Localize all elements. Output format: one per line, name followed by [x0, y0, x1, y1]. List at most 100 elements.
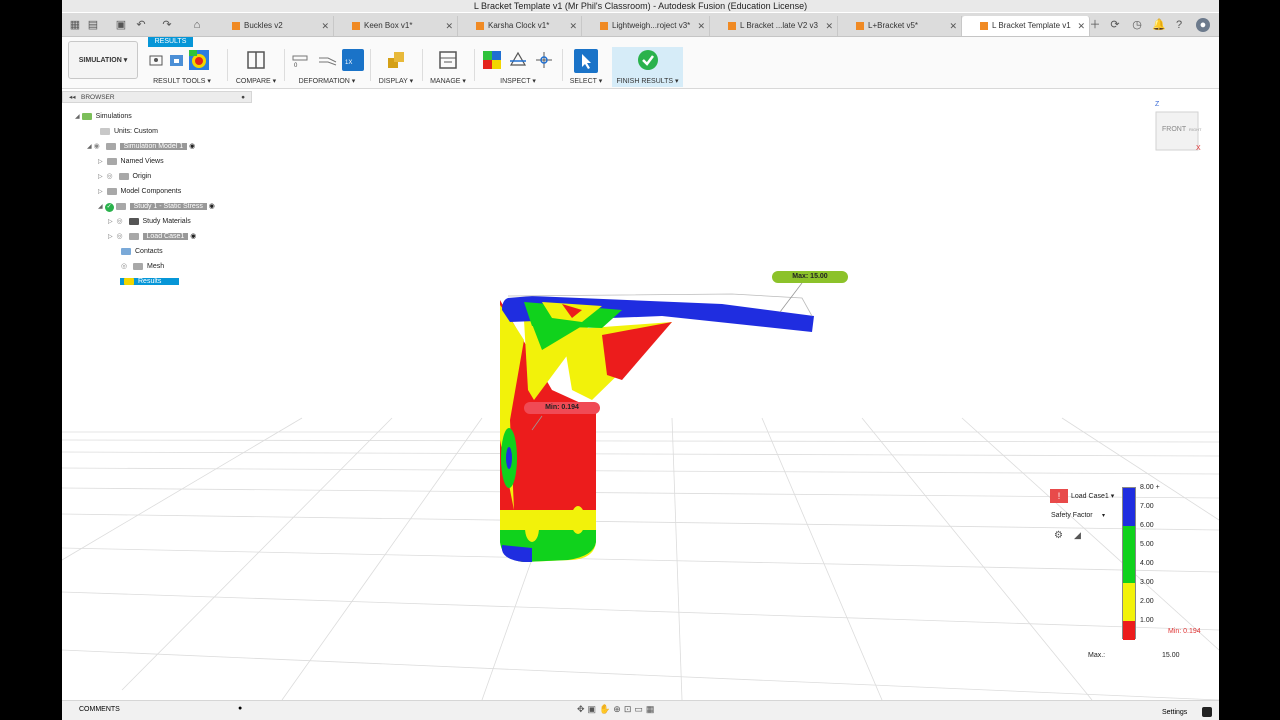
tree-simulations[interactable]: ◢ Simulations — [75, 111, 132, 122]
deformation-scale-icon[interactable] — [292, 53, 308, 63]
tree-study[interactable]: ◢ ✓ Study 1 - Static Stress ◉ — [98, 201, 215, 212]
min-callout[interactable]: Min: 0.194 — [524, 402, 600, 414]
notifications-icon[interactable]: 🔔 — [1152, 18, 1166, 32]
undo-icon[interactable]: ↶ — [134, 18, 148, 32]
deformation-scale-button[interactable]: 1X — [342, 49, 364, 71]
close-tab-icon[interactable]: ✕ — [1077, 16, 1085, 36]
document-tab[interactable]: Keen Box v1* ✕ — [334, 16, 458, 36]
display-settings-icon[interactable]: ▭ — [634, 704, 646, 714]
legend-edit-icon[interactable]: ◢ — [1074, 530, 1081, 541]
visibility-eye-icon[interactable]: ◉ — [94, 141, 104, 152]
tree-load-case[interactable]: ▷ ◎ Load Case1 ◉ — [108, 231, 196, 242]
section-analysis-icon[interactable] — [508, 50, 528, 70]
activate-radio-icon[interactable]: ◉ — [209, 203, 215, 210]
tree-origin[interactable]: ▷ ◎ Origin — [98, 171, 151, 182]
display-group[interactable]: DISPLAY ▾ — [376, 49, 416, 85]
tree-units[interactable]: Units: Custom — [100, 126, 158, 137]
settings-link[interactable]: Settings — [1162, 709, 1187, 716]
avatar[interactable]: ● — [1196, 18, 1210, 32]
comments-pin-icon[interactable]: ● — [238, 705, 242, 712]
result-type-label[interactable]: Safety Factor — [1051, 512, 1093, 519]
surface-probe-icon[interactable] — [168, 51, 186, 69]
document-tab[interactable]: L Bracket ...late V2 v3 ✕ — [710, 16, 838, 36]
document-tab-active[interactable]: L Bracket Template v1 ✕ — [962, 16, 1090, 36]
finish-results-group[interactable]: FINISH RESULTS ▾ — [612, 47, 683, 87]
grid-menu-icon[interactable]: ▦ — [68, 18, 82, 32]
tree-model-components[interactable]: ▷ Model Components — [98, 186, 181, 197]
tree-study-materials[interactable]: ▷ ◎ Study Materials — [108, 216, 191, 227]
collapse-icon[interactable]: ◂◂ — [69, 92, 76, 103]
deformation-group[interactable]: 0 1X DEFORMATION ▾ — [288, 49, 366, 85]
result-probe-icon[interactable] — [148, 51, 166, 69]
settings-toggle-icon[interactable] — [1202, 707, 1212, 717]
expand-arrow-icon[interactable]: ▷ — [108, 234, 113, 240]
expand-arrow-icon[interactable]: ▷ — [98, 159, 103, 165]
tree-contacts[interactable]: Contacts — [121, 246, 163, 257]
workspace-switcher[interactable]: SIMULATION ▾ — [68, 41, 138, 79]
visibility-eye-icon[interactable]: ◎ — [107, 171, 117, 182]
warning-badge[interactable]: ! — [1050, 489, 1068, 503]
visibility-eye-icon[interactable]: ◎ — [117, 216, 127, 227]
manage-icon[interactable] — [438, 50, 458, 70]
pan-icon[interactable]: ✋ — [599, 704, 613, 714]
document-tab[interactable]: L+Bracket v5* ✕ — [838, 16, 962, 36]
deformation-shape-icon[interactable] — [318, 54, 338, 66]
expand-arrow-icon[interactable]: ▷ — [98, 174, 103, 180]
close-tab-icon[interactable]: ✕ — [697, 16, 705, 36]
zoom-icon[interactable]: ⊕ — [613, 704, 624, 714]
legend-settings-icon[interactable]: ⚙ — [1054, 530, 1063, 541]
grid-settings-icon[interactable]: ▦ — [646, 704, 658, 714]
compare-icon[interactable] — [246, 50, 266, 70]
close-tab-icon[interactable]: ✕ — [445, 16, 453, 36]
fit-icon[interactable]: ⊡ — [624, 704, 635, 714]
activate-radio-icon[interactable]: ◉ — [189, 143, 195, 150]
expand-arrow-icon[interactable]: ◢ — [87, 144, 92, 150]
new-tab-icon[interactable]: ＋ — [1088, 18, 1102, 32]
visibility-eye-icon[interactable]: ◎ — [121, 261, 131, 272]
tree-simulation-model[interactable]: ◢ ◉ Simulation Model 1 ◉ — [87, 141, 195, 152]
job-status-icon[interactable]: ◷ — [1130, 18, 1144, 32]
save-icon[interactable]: ▣ — [114, 18, 128, 32]
redo-icon[interactable]: ↷ — [160, 18, 174, 32]
expand-arrow-icon[interactable]: ▷ — [108, 219, 113, 225]
tree-mesh[interactable]: ◎ Mesh — [121, 261, 164, 272]
display-options-icon[interactable] — [386, 50, 406, 70]
result-type-dropdown-icon[interactable]: ▾ — [1102, 512, 1105, 519]
document-tab[interactable]: Karsha Clock v1* ✕ — [458, 16, 582, 36]
orbit-icon[interactable]: ✥ — [577, 704, 588, 714]
home-icon[interactable]: ⌂ — [190, 18, 204, 32]
expand-arrow-icon[interactable]: ▷ — [98, 189, 103, 195]
close-tab-icon[interactable]: ✕ — [321, 16, 329, 36]
tree-results[interactable]: Results — [120, 276, 180, 287]
tree-named-views[interactable]: ▷ Named Views — [98, 156, 164, 167]
inspect-group[interactable]: INSPECT ▾ — [478, 49, 558, 85]
select-button[interactable] — [574, 49, 598, 73]
result-tools-group[interactable]: RESULT TOOLS ▾ — [146, 49, 218, 85]
select-group[interactable]: SELECT ▾ — [566, 49, 606, 85]
load-case-selector[interactable]: Load Case1 ▾ — [1071, 492, 1114, 500]
close-tab-icon[interactable]: ✕ — [825, 16, 833, 36]
visibility-eye-icon[interactable]: ◎ — [117, 231, 127, 242]
document-tab[interactable]: Buckles v2 ✕ — [214, 16, 334, 36]
expand-arrow-icon[interactable]: ◢ — [98, 204, 103, 210]
browser-header[interactable]: ◂◂ BROWSER ● — [62, 91, 252, 103]
max-callout[interactable]: Max: 15.00 — [772, 271, 848, 283]
file-menu-icon[interactable]: ▤ — [86, 18, 100, 32]
center-of-mass-icon[interactable] — [534, 50, 554, 70]
look-at-icon[interactable]: ▣ — [588, 704, 600, 714]
measure-icon[interactable] — [482, 50, 502, 70]
expand-arrow-icon[interactable]: ◢ — [75, 114, 80, 120]
manage-group[interactable]: MANAGE ▾ — [426, 49, 470, 85]
result-overlay-icon[interactable] — [188, 49, 210, 71]
help-icon[interactable]: ? — [1172, 18, 1186, 32]
close-tab-icon[interactable]: ✕ — [569, 16, 577, 36]
close-tab-icon[interactable]: ✕ — [949, 16, 957, 36]
compare-group[interactable]: COMPARE ▾ — [232, 49, 280, 85]
view-cube[interactable]: FRONT RIGHT Z X — [1155, 101, 1202, 152]
pin-icon[interactable]: ● — [241, 92, 245, 103]
extensions-icon[interactable]: ⟳ — [1108, 18, 1122, 32]
tab-results[interactable]: RESULTS — [148, 37, 193, 47]
activate-radio-icon[interactable]: ◉ — [190, 233, 196, 240]
document-tab[interactable]: Lightweigh...roject v3* ✕ — [582, 16, 710, 36]
comments-panel[interactable]: COMMENTS — [79, 706, 120, 713]
